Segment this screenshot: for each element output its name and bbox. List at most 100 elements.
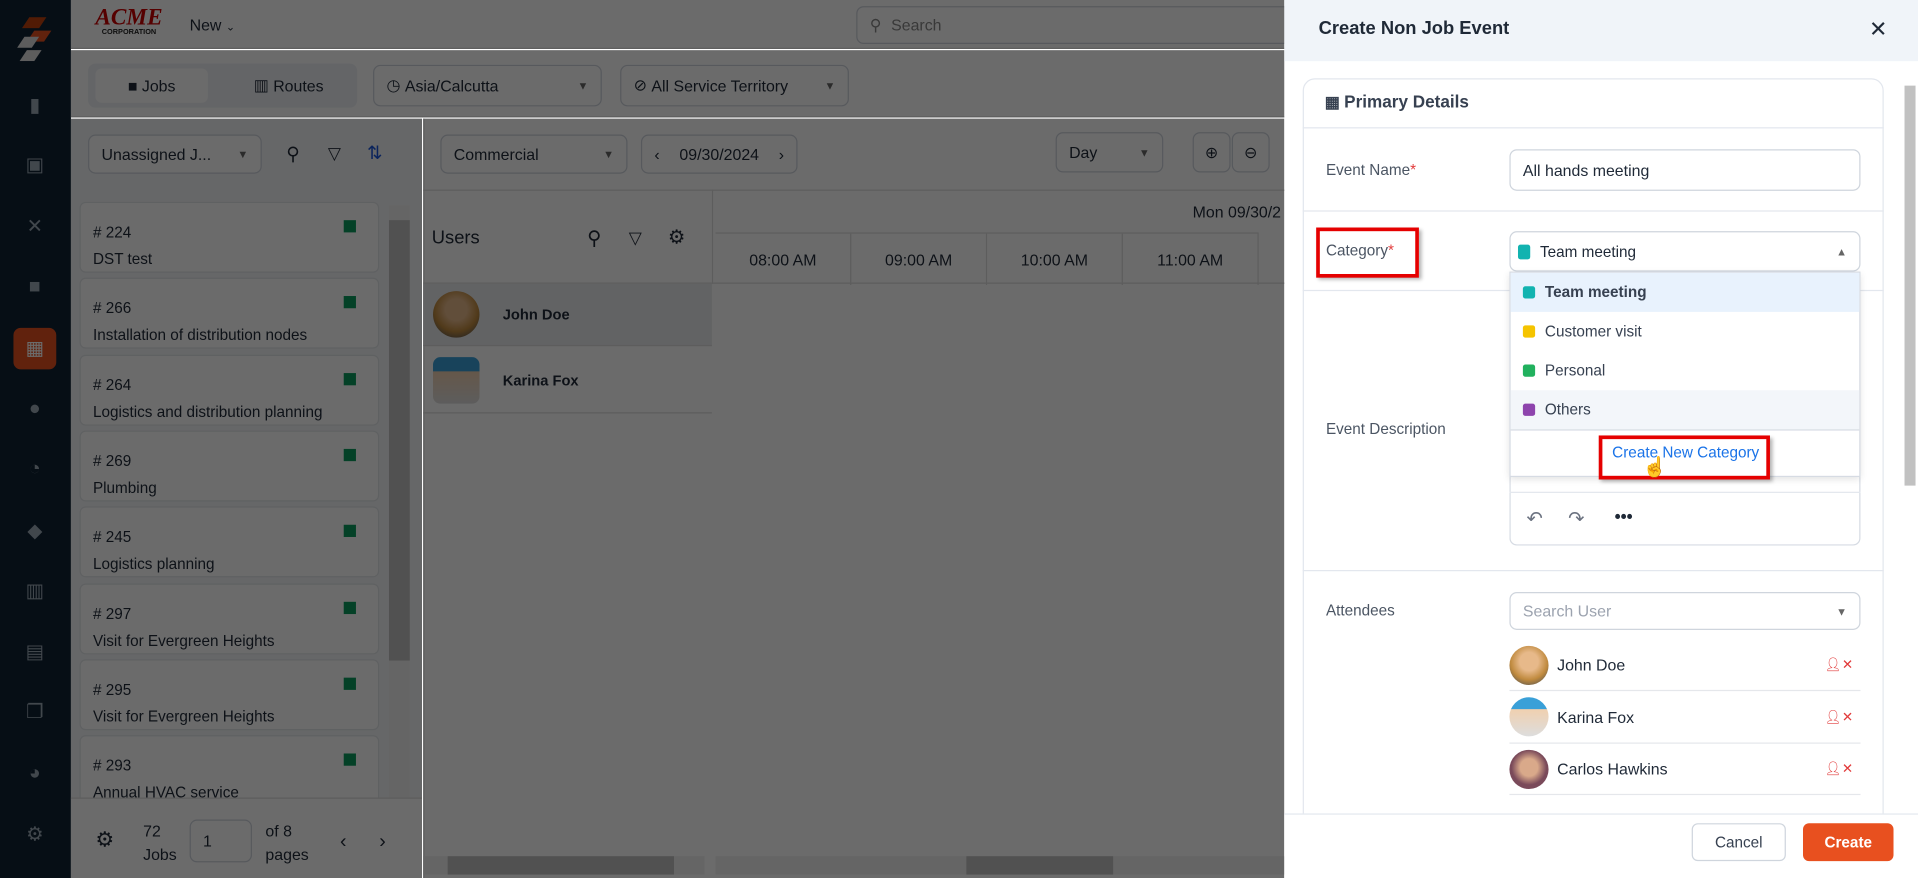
gear-icon[interactable]: ⚙ [668, 225, 686, 249]
settings-icon[interactable]: ⚙ [13, 813, 56, 855]
attendee-name: Carlos Hawkins [1557, 759, 1668, 778]
job-card[interactable]: # 245 Logistics planning [79, 506, 380, 578]
search-icon[interactable]: ⚲ [587, 226, 601, 250]
prev-page-button[interactable]: ‹ [340, 832, 347, 854]
filter-icon[interactable]: ▽ [629, 228, 642, 249]
page-input[interactable]: 1 [189, 819, 252, 863]
avatar [433, 291, 480, 338]
territory-select[interactable]: ⊘ All Service Territory ▼ [620, 64, 849, 107]
job-card[interactable]: # 293 Annual HVAC service [79, 735, 380, 798]
job-card[interactable]: # 269 Plumbing [79, 430, 380, 502]
category-color-swatch [1517, 244, 1531, 259]
category-option-label: Customer visit [1544, 322, 1642, 341]
job-card[interactable]: # 264 Logistics and distribution planning [79, 354, 380, 426]
close-icon[interactable]: ✕ [1869, 17, 1887, 43]
status-square [343, 753, 356, 766]
filter-icon[interactable]: ▽ [328, 143, 341, 164]
divider [1509, 491, 1861, 493]
new-menu[interactable]: New ⌄ [190, 16, 235, 34]
next-date-button[interactable]: › [779, 145, 784, 163]
routes-tab[interactable]: ▥ Routes [232, 68, 345, 102]
category-option[interactable]: Customer visit [1511, 312, 1860, 351]
remove-user-icon[interactable]: 👤︎✕ [1825, 709, 1853, 725]
status-square [343, 448, 356, 462]
jobs-tab[interactable]: ■ Jobs [95, 68, 208, 103]
category-option[interactable]: Others [1510, 390, 1860, 430]
status-square [343, 524, 356, 538]
job-card[interactable]: # 266 Installation of distribution nodes [79, 278, 380, 349]
prev-date-button[interactable]: ‹ [654, 145, 659, 163]
timezone-value: Asia/Calcutta [404, 76, 499, 95]
business-type-select[interactable]: Commercial ▼ [440, 134, 628, 174]
zoom-out-button[interactable]: ⊖ [1231, 132, 1270, 173]
job-card[interactable]: # 224 DST test [79, 201, 380, 273]
attendee-search-input[interactable]: Search User ▼ [1509, 592, 1861, 630]
description-editor[interactable] [1509, 477, 1861, 546]
job-card[interactable]: # 295 Visit for Evergreen Heights [79, 659, 380, 731]
time-slot-header: 08:00 AM [716, 233, 852, 286]
search-input[interactable]: ⚲ Search [856, 6, 1285, 45]
user-row[interactable]: Karina Fox [423, 347, 712, 414]
event-name-input[interactable]: All hands meeting [1509, 149, 1861, 191]
chart-icon[interactable]: ▮ [13, 84, 56, 126]
category-option[interactable]: Personal [1511, 351, 1860, 390]
job-filter-select[interactable]: Unassigned J... ▼ [88, 134, 262, 174]
settings-icon[interactable]: ⚙ [95, 828, 114, 852]
users-icon[interactable]: ● [13, 389, 56, 431]
calculator-icon[interactable]: ▤ [13, 631, 56, 673]
view-select[interactable]: Day ▼ [1055, 132, 1164, 173]
divider [1302, 127, 1884, 129]
status-square [343, 372, 356, 385]
user-row[interactable]: John Doe [423, 283, 712, 347]
job-card[interactable]: # 297 Visit for Evergreen Heights [79, 582, 380, 654]
timezone-select[interactable]: ◷ Asia/Calcutta ▼ [373, 64, 602, 107]
more-icon[interactable]: ••• [1615, 506, 1633, 526]
briefcase-icon[interactable]: ■ [13, 267, 56, 309]
map-icon[interactable]: ▥ [13, 570, 56, 612]
users-scrollbar[interactable] [423, 856, 705, 875]
pie-chart-icon[interactable]: ◕ [13, 753, 56, 795]
company-logo: ACME CORPORATION [95, 4, 163, 37]
remove-user-icon[interactable]: 👤︎✕ [1825, 761, 1853, 777]
time-slot-header: 11:00 AM [1123, 233, 1259, 286]
time-slots: 08:00 AM 09:00 AM 10:00 AM 11:00 AM [715, 232, 1259, 286]
job-id: # 297 [92, 604, 132, 622]
clock-icon: ◷ [386, 75, 405, 95]
remove-user-icon[interactable]: 👤︎✕ [1825, 657, 1853, 673]
avatar [433, 356, 480, 404]
create-button[interactable]: Create [1802, 823, 1894, 862]
category-option[interactable]: Team meeting [1510, 272, 1860, 312]
cancel-button[interactable]: Cancel [1691, 823, 1786, 862]
user-name: Karina Fox [502, 371, 579, 389]
clipboard-icon[interactable]: ▣ [13, 144, 56, 186]
event-name-value: All hands meeting [1522, 160, 1650, 180]
category-color-swatch [1522, 403, 1536, 416]
timeline-scrollbar[interactable] [715, 856, 1285, 875]
category-select[interactable]: Team meeting ▲ [1509, 231, 1861, 272]
tag-icon[interactable]: ◆ [13, 510, 56, 552]
category-color-swatch [1522, 325, 1536, 338]
caret-down-icon: ▼ [1836, 604, 1848, 618]
clock-icon[interactable]: ◔ [13, 449, 56, 491]
avatar [1509, 697, 1549, 737]
documents-icon[interactable]: ❐ [13, 691, 56, 733]
job-list-scrollbar[interactable] [388, 205, 410, 798]
dimmed-app-background: ▮ ▣ ✕ ■ ▦ ● ◔ ◆ ▥ ▤ ❐ ◕ ⚙ ACME CORPORATI… [0, 0, 1285, 878]
next-page-button[interactable]: › [379, 832, 386, 854]
date-picker[interactable]: ‹ 09/30/2024 › [640, 134, 798, 174]
search-icon[interactable]: ⚲ [286, 143, 299, 165]
tools-icon[interactable]: ✕ [13, 205, 56, 247]
undo-icon[interactable]: ↶ [1527, 506, 1543, 530]
sort-icon[interactable]: ⇅ [367, 142, 382, 164]
calendar-icon[interactable]: ▦ [13, 327, 57, 370]
zoom-in-button[interactable]: ⊕ [1192, 132, 1231, 173]
business-type-value: Commercial [453, 144, 539, 164]
new-label: New [189, 15, 222, 35]
panel-scrollbar[interactable] [1902, 71, 1916, 805]
attendee-row: Carlos Hawkins 👤︎✕ [1509, 744, 1861, 796]
job-id: # 224 [92, 223, 132, 241]
category-color-swatch [1522, 286, 1536, 299]
job-id: # 245 [92, 528, 132, 546]
status-square [343, 677, 356, 690]
redo-icon[interactable]: ↷ [1568, 506, 1584, 530]
